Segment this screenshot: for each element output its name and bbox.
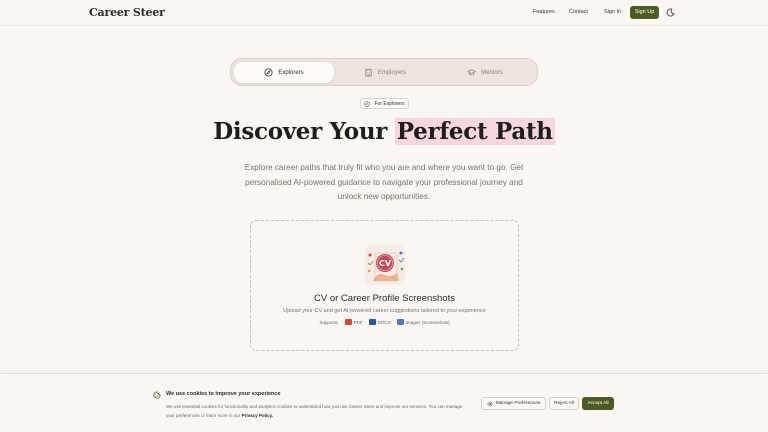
audience-tabs: Explorers Employers Mentors	[230, 58, 538, 86]
format-images-label: Images (Screenshots)	[405, 319, 450, 325]
format-docx-label: DOCX	[377, 319, 391, 325]
image-icon	[396, 319, 404, 325]
format-pdf-label: PDF	[353, 319, 363, 325]
sign-up-button[interactable]: Sign Up	[630, 6, 659, 19]
cookie-icon	[153, 391, 161, 399]
hero-subtitle: Explore career paths that truly fit who …	[244, 163, 524, 201]
format-docx: DOCX	[368, 319, 391, 325]
nav-features-link[interactable]: Features	[533, 9, 555, 15]
cookie-title: We use cookies to improve your experienc…	[166, 391, 281, 397]
upload-description: Upload your CV and get AI-powered career…	[283, 308, 486, 314]
accept-all-button[interactable]: Accept All	[582, 397, 614, 410]
nav-contact-link[interactable]: Contact	[569, 9, 588, 15]
moon-icon[interactable]	[666, 8, 675, 17]
title-plain: Discover Your	[213, 118, 388, 145]
tab-explorers-label: Explorers	[278, 69, 304, 76]
format-pdf: PDF	[344, 319, 363, 325]
cookie-body: We use essential cookies for functionali…	[166, 404, 463, 418]
nav-sign-in-link[interactable]: Sign In	[604, 9, 621, 15]
tab-explorers[interactable]: Explorers	[234, 62, 334, 83]
manage-preferences-button[interactable]: Manage Preferences	[481, 397, 546, 410]
audience-badge: For Explorers	[360, 98, 409, 109]
upload-title: CV or Career Profile Screenshots	[314, 293, 455, 304]
tab-mentors[interactable]: Mentors	[435, 62, 535, 83]
supports-label: Supports:	[319, 319, 339, 325]
graduation-cap-icon	[467, 69, 477, 76]
title-highlight: Perfect Path	[394, 118, 555, 145]
top-nav: Career Steer Features Contact Sign In Si…	[0, 0, 768, 26]
page-title: Discover Your Perfect Path	[0, 118, 768, 145]
tab-employers-label: Employers	[377, 69, 407, 76]
cookie-banner: We use cookies to improve your experienc…	[0, 373, 768, 432]
gear-icon	[487, 401, 493, 406]
supported-formats: Supports: PDF DOCX Images (Screenshots)	[251, 319, 518, 325]
privacy-policy-link[interactable]: Privacy Policy.	[242, 413, 273, 418]
svg-text:CV: CV	[379, 259, 392, 268]
building-icon	[365, 68, 372, 77]
brand-logo[interactable]: Career Steer	[89, 6, 165, 19]
compass-icon	[264, 68, 273, 77]
tab-mentors-label: Mentors	[481, 69, 503, 76]
pdf-icon	[344, 319, 352, 325]
badge-label: For Explorers	[374, 100, 405, 107]
manage-preferences-label: Manage Preferences	[495, 401, 541, 406]
cv-illustration-icon: CV	[365, 245, 405, 285]
compass-icon	[364, 100, 371, 107]
format-images: Images (Screenshots)	[396, 319, 450, 325]
docx-icon	[368, 319, 376, 325]
reject-all-button[interactable]: Reject All	[549, 397, 579, 410]
tab-employers[interactable]: Employers	[335, 62, 435, 83]
cv-upload-dropzone[interactable]: CV CV or Career Profile Screenshots Uplo…	[250, 220, 519, 351]
cookie-text: We use essential cookies for functionali…	[166, 402, 471, 420]
